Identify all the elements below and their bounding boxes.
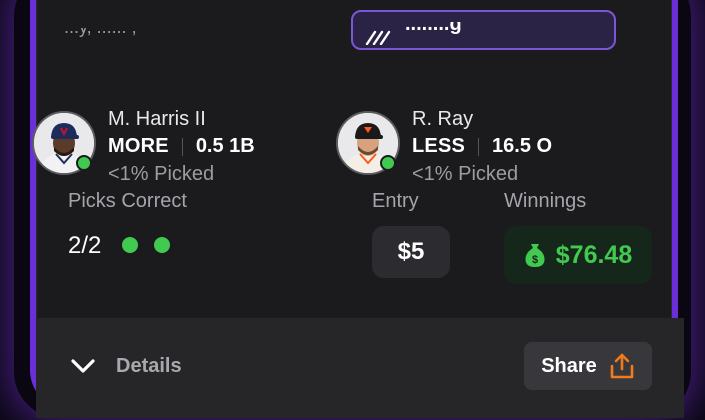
money-bag-icon: $	[524, 242, 546, 268]
picked-percentage: <1% Picked	[412, 163, 519, 185]
header-chip-label: ........g	[405, 22, 462, 35]
share-label: Share	[541, 354, 597, 377]
stat-line: 16.5 O	[492, 135, 553, 157]
svg-text:$: $	[532, 254, 538, 266]
pick-direction: LESS	[412, 135, 466, 157]
share-upload-icon	[609, 352, 635, 380]
correct-pick-dot	[122, 237, 138, 253]
entry-amount: $5	[372, 226, 450, 278]
picks-correct-label: Picks Correct	[68, 190, 187, 212]
details-label: Details	[116, 354, 182, 377]
header-partial-text: ...y, ...... ,	[64, 28, 314, 38]
online-status-dot	[380, 155, 396, 171]
winnings-amount: $ $76.48	[504, 226, 652, 284]
player-projection: MORE 0.5 1B	[108, 135, 255, 158]
player-name: M. Harris II	[108, 108, 206, 130]
entry-label: Entry	[372, 190, 419, 212]
online-status-dot	[76, 155, 92, 171]
picks-correct-value: 2/2	[68, 232, 102, 259]
streak-icon	[365, 30, 391, 45]
correct-pick-dot	[154, 237, 170, 253]
chevron-down-icon	[70, 358, 96, 374]
player-projection: LESS 16.5 O	[412, 135, 552, 158]
winnings-value: $76.48	[555, 240, 633, 269]
divider	[478, 137, 480, 156]
winnings-label: Winnings	[504, 190, 587, 212]
player-name: R. Ray	[412, 108, 474, 130]
details-toggle[interactable]: Details	[70, 346, 182, 386]
picked-percentage: <1% Picked	[108, 163, 215, 185]
stat-line: 0.5 1B	[195, 135, 255, 157]
header-chip[interactable]: ........g	[351, 10, 616, 50]
pick-direction: MORE	[108, 135, 169, 157]
divider	[181, 137, 183, 156]
share-button[interactable]: Share	[524, 342, 652, 390]
